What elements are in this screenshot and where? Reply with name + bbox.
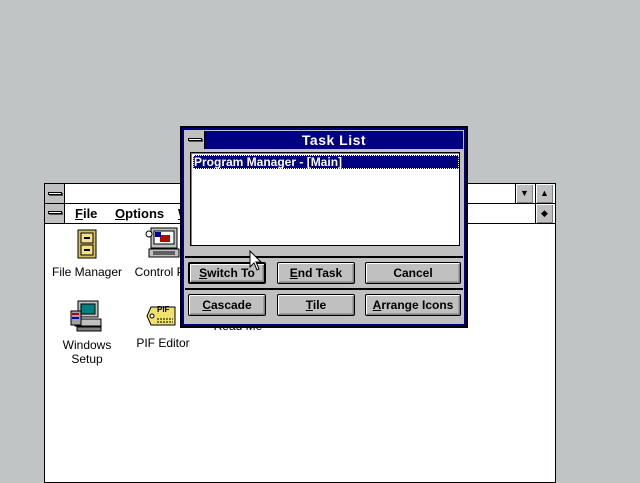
mouse-pointer-icon: [249, 250, 263, 271]
tile-button[interactable]: Tile: [277, 294, 355, 316]
control-panel-icon: [145, 227, 180, 258]
windows-setup-icon: [70, 300, 102, 332]
task-list-box[interactable]: Program Manager - [Main]: [190, 152, 460, 246]
pif-editor-label: PIF Editor: [136, 336, 190, 350]
maximize-icon[interactable]: ▲: [535, 184, 553, 203]
button-row-separator: [185, 256, 463, 258]
arrange-icons-button[interactable]: Arrange Icons: [365, 294, 461, 316]
file-manager-label: File Manager: [51, 265, 123, 279]
pif-tag-text: PIF: [157, 305, 170, 314]
windows-setup-label-line1: Windows: [62, 338, 112, 352]
windows-setup-label-line2: Setup: [71, 352, 103, 366]
task-list-item[interactable]: Program Manager - [Main]: [193, 155, 459, 169]
button-row-separator-2: [185, 288, 463, 290]
task-list-title-bar[interactable]: Task List: [185, 131, 463, 149]
restore-icon[interactable]: ◆: [535, 204, 553, 223]
cancel-button[interactable]: Cancel: [365, 262, 461, 284]
end-task-button[interactable]: End Task: [277, 262, 355, 284]
task-list-title: Task List: [301, 132, 367, 148]
group-system-menu-icon[interactable]: [45, 204, 65, 223]
file-cabinet-icon: [77, 229, 97, 259]
windows-setup-icon-item[interactable]: Windows Setup: [47, 299, 127, 366]
system-menu-icon[interactable]: [185, 131, 205, 149]
file-manager-icon-item[interactable]: File Manager: [47, 228, 127, 279]
minimize-icon[interactable]: ▼: [515, 184, 533, 203]
cascade-button[interactable]: Cascade: [188, 294, 266, 316]
menu-file[interactable]: File: [75, 206, 97, 221]
menu-options[interactable]: Options: [115, 206, 164, 221]
task-list-dialog[interactable]: Task List Program Manager - [Main] Switc…: [180, 126, 468, 328]
system-menu-icon[interactable]: [45, 184, 65, 203]
